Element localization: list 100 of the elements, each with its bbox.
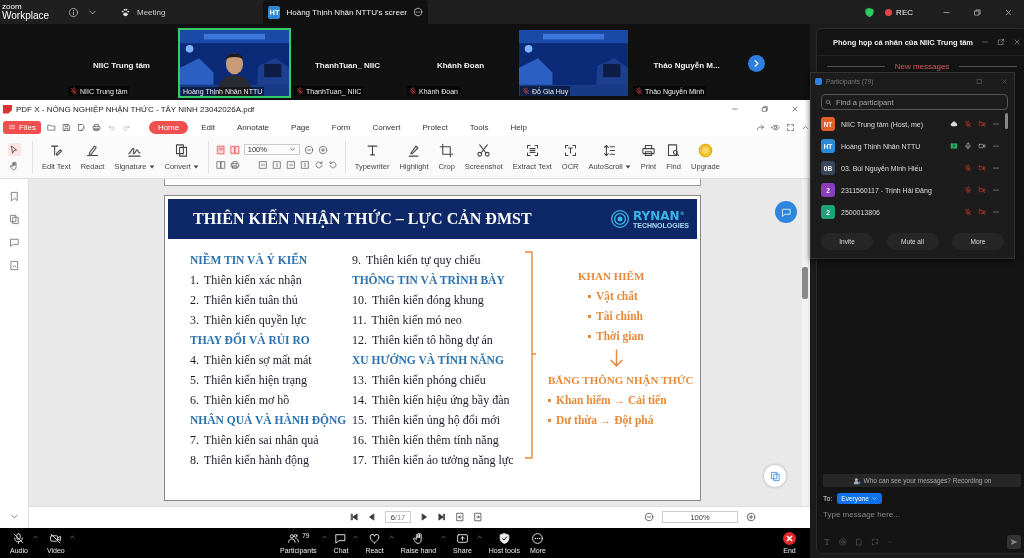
muted-mic-icon[interactable]: [964, 164, 972, 172]
zoom-out-icon[interactable]: [303, 144, 314, 155]
caret-icon[interactable]: [68, 535, 76, 539]
rotate-right-icon[interactable]: [313, 160, 324, 170]
zoom-in-icon[interactable]: [317, 144, 328, 155]
scrollbar[interactable]: [802, 179, 808, 506]
share-icon[interactable]: [756, 122, 765, 132]
folder-icon[interactable]: [46, 122, 56, 132]
zoom-in-icon[interactable]: [746, 512, 756, 522]
camera-off-icon[interactable]: [978, 208, 986, 216]
window-tab[interactable]: Meeting: [112, 0, 174, 24]
next-page-icon[interactable]: [419, 512, 429, 522]
info-icon[interactable]: [68, 6, 79, 18]
continuous-page-icon[interactable]: [229, 144, 240, 155]
muted-mic-icon[interactable]: [964, 186, 972, 194]
previous-page-icon[interactable]: [367, 512, 377, 522]
caret-icon[interactable]: [320, 535, 328, 539]
chat-icon: [334, 532, 348, 545]
item-number: 2.: [190, 292, 199, 308]
pop-out-icon[interactable]: [997, 38, 1005, 46]
file-icon[interactable]: [855, 538, 863, 546]
screenshot-icon[interactable]: [871, 538, 879, 546]
redo-icon[interactable]: [121, 122, 131, 132]
undo-icon[interactable]: [106, 122, 116, 132]
select-tool[interactable]: [7, 143, 21, 156]
caret-icon[interactable]: [387, 535, 395, 539]
format-text-icon[interactable]: [823, 538, 831, 546]
two-page-icon[interactable]: [215, 160, 226, 170]
item-number: 4.: [190, 352, 199, 368]
coin-icon: [698, 143, 713, 158]
caret-icon[interactable]: [352, 535, 360, 539]
save-icon[interactable]: [61, 122, 71, 132]
fit-width-icon[interactable]: [257, 160, 268, 170]
pages-icon: [174, 143, 190, 158]
print-view-icon[interactable]: [229, 160, 240, 170]
eye-icon[interactable]: [771, 122, 780, 132]
save-as-icon[interactable]: [76, 122, 86, 132]
menu-tab[interactable]: Convert: [363, 120, 410, 134]
restore-icon[interactable]: [761, 105, 769, 113]
hand-tool-icon[interactable]: [9, 161, 19, 171]
camera-icon[interactable]: [978, 142, 986, 150]
first-page-icon[interactable]: [349, 512, 359, 522]
rotate-left-icon[interactable]: [327, 160, 338, 170]
message-input[interactable]: Type message here...: [823, 508, 1021, 521]
mic-icon[interactable]: [964, 142, 972, 150]
menu-tab[interactable]: Help: [501, 120, 536, 134]
shield-icon[interactable]: [864, 6, 876, 18]
bookmark-icon[interactable]: [8, 191, 20, 202]
next-page-button[interactable]: [748, 54, 765, 72]
more-icon[interactable]: [413, 7, 423, 17]
fullscreen-icon[interactable]: [786, 122, 795, 132]
attachment-icon[interactable]: [8, 260, 20, 271]
fit-height-icon[interactable]: [299, 160, 310, 170]
pages-icon: [769, 470, 781, 482]
menu-tab[interactable]: Edit: [192, 120, 225, 134]
list-item: Thiên kiến phóng chiếu: [372, 372, 486, 388]
muted-mic-icon[interactable]: [964, 208, 972, 216]
item-number: 6.: [190, 392, 199, 408]
restore-icon[interactable]: [973, 7, 982, 17]
files-button[interactable]: Files: [3, 120, 41, 134]
mention-icon[interactable]: [839, 538, 847, 546]
actual-size-icon[interactable]: [285, 160, 296, 170]
forward-view-icon[interactable]: [473, 512, 483, 522]
section-heading: NIỀM TIN VÀ Ý KIẾN: [190, 251, 309, 268]
list-item: Thiên kiến hiện trạng: [204, 372, 307, 388]
close-icon[interactable]: [791, 105, 799, 113]
menu-tab[interactable]: Home: [148, 120, 189, 134]
list-item: Thiên kiến tuân thủ: [204, 292, 298, 308]
caret-icon[interactable]: [31, 535, 39, 539]
new-messages-divider: New messages: [894, 62, 950, 71]
zoom-out-icon[interactable]: [644, 512, 654, 522]
pages-icon[interactable]: [8, 214, 20, 225]
maximize-icon[interactable]: [976, 78, 983, 85]
list-item: Thiên kiến đóng khung: [372, 292, 484, 308]
caret-icon[interactable]: [440, 535, 448, 539]
camera-off-icon[interactable]: [978, 186, 986, 194]
menu-tab[interactable]: Annotate: [228, 120, 279, 134]
caret-icon[interactable]: [475, 535, 483, 539]
muted-mic-icon[interactable]: [964, 120, 972, 128]
scroll-icon: [602, 143, 618, 158]
close-icon[interactable]: [1013, 38, 1021, 46]
menu-tab[interactable]: Tools: [460, 120, 498, 134]
list-item: Thiên kiến thêm tính năng: [372, 432, 499, 448]
fit-page-icon[interactable]: [271, 160, 282, 170]
list-item: Thiên kiến sai nhân quả: [204, 432, 319, 448]
camera-off-icon[interactable]: [978, 120, 986, 128]
last-page-icon[interactable]: [437, 512, 447, 522]
recording-indicator[interactable]: REC: [885, 7, 913, 17]
single-page-icon[interactable]: [215, 144, 226, 155]
back-view-icon[interactable]: [455, 512, 465, 522]
camera-off-icon[interactable]: [978, 164, 986, 172]
print-icon[interactable]: [91, 122, 101, 132]
item-number: 3.: [190, 312, 199, 328]
menu-tab[interactable]: Protect: [413, 120, 457, 134]
send-button[interactable]: [1007, 535, 1021, 549]
menu-tab[interactable]: Form: [322, 120, 360, 134]
scissors-icon: [476, 143, 492, 158]
comment-icon[interactable]: [8, 237, 20, 248]
close-icon[interactable]: [1004, 7, 1013, 17]
menu-tab[interactable]: Page: [282, 120, 319, 134]
